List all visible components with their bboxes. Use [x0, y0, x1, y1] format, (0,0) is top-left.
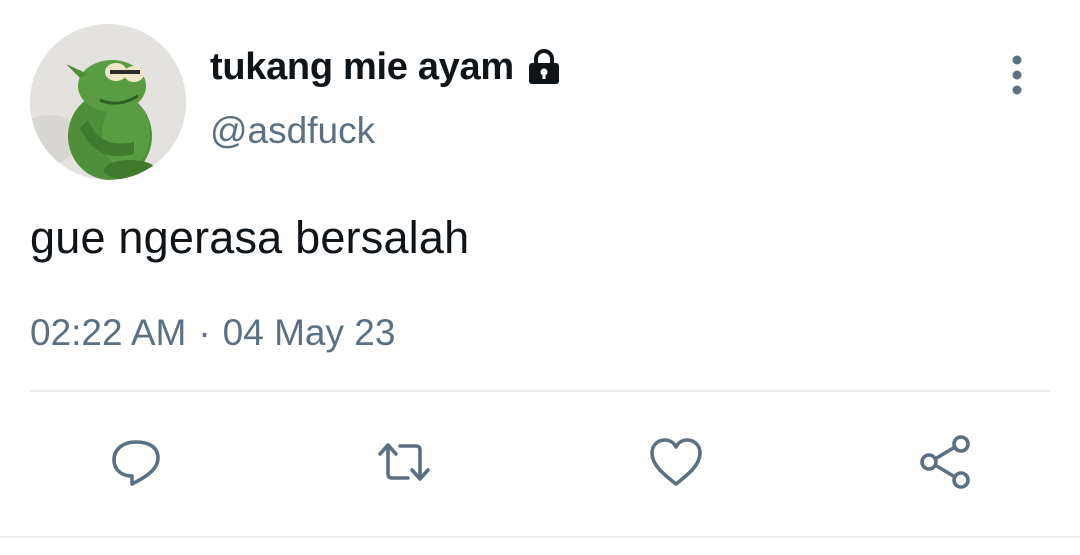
user-handle[interactable]: @asdfuck — [210, 110, 375, 152]
avatar[interactable] — [30, 24, 186, 180]
tweet-text: gue ngerasa bersalah — [30, 212, 470, 263]
tweet-time: 02:22 AM — [30, 312, 187, 353]
display-name-row: tukang mie ayam — [210, 42, 564, 92]
avatar-image — [30, 24, 186, 180]
more-vertical-icon[interactable] — [1000, 54, 1034, 98]
retweet-icon — [378, 443, 430, 481]
heart-icon — [650, 438, 702, 486]
divider — [30, 390, 1050, 392]
share-icon — [920, 435, 970, 489]
timestamp-separator: · — [198, 312, 211, 353]
bottom-divider — [0, 536, 1080, 538]
display-name[interactable]: tukang mie ayam — [210, 46, 514, 89]
tweet-date: 04 May 23 — [222, 312, 396, 353]
timestamp[interactable]: 02:22 AM · 04 May 23 — [30, 312, 395, 354]
retweet-button[interactable] — [372, 430, 436, 494]
lock-icon — [524, 47, 564, 87]
reply-button[interactable] — [104, 430, 168, 494]
share-button[interactable] — [913, 430, 977, 494]
reply-icon — [112, 440, 160, 486]
like-button[interactable] — [644, 430, 708, 494]
